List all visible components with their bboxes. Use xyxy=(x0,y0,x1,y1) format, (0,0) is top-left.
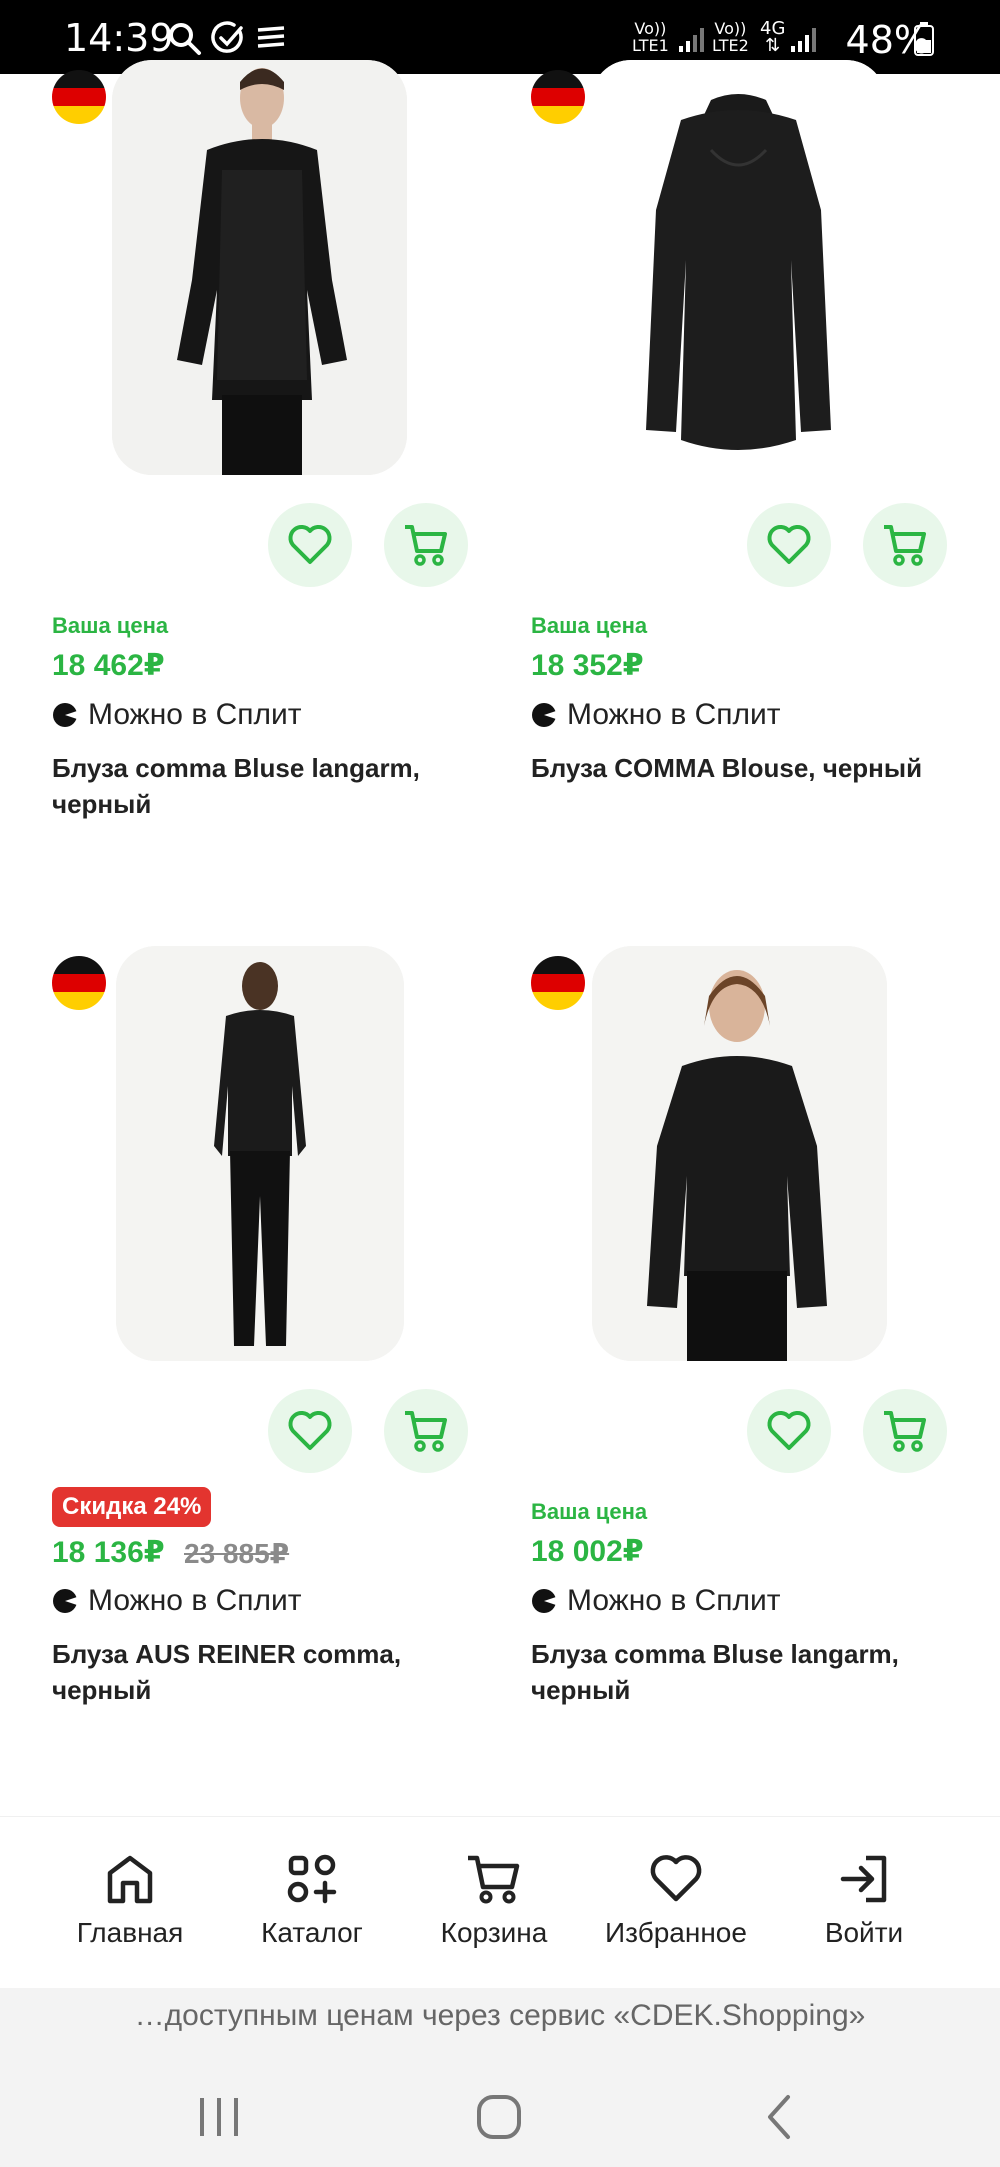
split-icon xyxy=(53,1589,78,1613)
heart-icon xyxy=(767,1411,811,1450)
product-price: 18 136₽ xyxy=(52,1536,165,1569)
old-price: 23 885₽ xyxy=(184,1538,290,1569)
product-image[interactable] xyxy=(591,60,886,475)
split-payment: Можно в Сплит xyxy=(52,1584,302,1618)
product-image[interactable] xyxy=(592,946,887,1361)
sim1-indicator: Vo)) LTE1 xyxy=(632,20,669,54)
product-photo-satin-blouse xyxy=(591,60,886,475)
split-label: Можно в Сплит xyxy=(88,698,302,731)
nav-label: Войти xyxy=(824,1917,904,1948)
nav-favorites[interactable]: Избранное xyxy=(586,1853,766,1949)
product-card[interactable]: Ваша цена 18 002₽ Можно в Сплит Блуза co… xyxy=(531,946,971,1766)
split-icon xyxy=(532,1589,557,1613)
product-image[interactable] xyxy=(116,946,404,1361)
system-navigation xyxy=(0,2050,1000,2167)
germany-flag-icon xyxy=(52,70,106,124)
heart-icon xyxy=(288,525,332,564)
germany-flag-icon xyxy=(531,956,585,1010)
germany-flag-icon xyxy=(52,956,106,1010)
stack-icon xyxy=(257,26,285,48)
germany-flag-icon xyxy=(531,70,585,124)
nav-home[interactable]: Главная xyxy=(40,1853,220,1949)
split-payment: Можно в Сплит xyxy=(531,698,781,732)
heart-icon xyxy=(767,525,811,564)
nav-cart[interactable]: Корзина xyxy=(404,1853,584,1949)
add-to-cart-button[interactable] xyxy=(863,1389,947,1473)
nav-label: Избранное xyxy=(605,1917,747,1948)
home-icon xyxy=(107,1855,153,1904)
product-photo-back-view-blouse xyxy=(116,946,404,1361)
nav-login[interactable]: Войти xyxy=(774,1853,954,1949)
check-circle-icon xyxy=(211,21,243,53)
cart-icon xyxy=(405,1411,447,1452)
product-price: 18 002₽ xyxy=(531,1535,644,1568)
add-to-cart-button[interactable] xyxy=(384,1389,468,1473)
signal-icon xyxy=(791,28,816,52)
battery-icon xyxy=(914,22,934,56)
price-label: Ваша цена xyxy=(531,613,648,638)
product-image[interactable] xyxy=(112,60,407,475)
nav-catalog[interactable]: Каталог xyxy=(222,1853,402,1949)
product-price: 18 352₽ xyxy=(531,649,644,682)
signal-icon xyxy=(679,28,704,52)
sim1-lte-label: LTE1 xyxy=(632,36,669,55)
data-arrows-icon: ⇅ xyxy=(765,35,781,56)
favorite-button[interactable] xyxy=(747,1389,831,1473)
heart-icon xyxy=(288,1411,332,1450)
sim2-indicator: Vo)) LTE2 xyxy=(712,20,749,54)
network-type: 4G ⇅ xyxy=(760,20,785,56)
product-card[interactable]: Скидка 24% 18 136₽ 23 885₽ Можно в Сплит… xyxy=(52,946,492,1766)
split-label: Можно в Сплит xyxy=(567,1584,781,1617)
sim1-volte-label: Vo)) xyxy=(634,19,667,38)
sim2-volte-label: Vo)) xyxy=(714,19,747,38)
nav-label: Корзина xyxy=(440,1917,548,1948)
add-to-cart-button[interactable] xyxy=(384,503,468,587)
service-banner[interactable]: …доступным ценам через сервис «CDEK.Shop… xyxy=(0,1988,1000,2050)
cart-icon xyxy=(884,1411,926,1452)
product-card[interactable]: Ваша цена 18 352₽ Можно в Сплит Блуза CO… xyxy=(531,60,971,880)
nav-label: Каталог xyxy=(261,1917,363,1948)
recent-apps-icon[interactable] xyxy=(196,2096,242,2138)
product-photo-model-blouse xyxy=(592,946,887,1361)
home-button-icon[interactable] xyxy=(476,2094,522,2140)
split-label: Можно в Сплит xyxy=(567,698,781,731)
back-icon[interactable] xyxy=(764,2094,794,2140)
product-title[interactable]: Блуза comma Bluse langarm, черный xyxy=(52,750,492,822)
favorite-button[interactable] xyxy=(268,1389,352,1473)
heart-icon xyxy=(650,1855,702,1902)
search-icon xyxy=(169,23,201,55)
split-payment: Можно в Сплит xyxy=(531,1584,781,1618)
cart-icon xyxy=(468,1855,520,1904)
product-card[interactable]: Ваша цена 18 462₽ Можно в Сплит Блуза co… xyxy=(52,60,492,880)
bottom-navigation: Главная Каталог Корзина Избранное Войти xyxy=(0,1816,1000,1988)
status-time: 14:39 xyxy=(64,16,174,60)
split-payment: Можно в Сплит xyxy=(52,698,302,732)
price-label: Ваша цена xyxy=(531,1499,648,1524)
add-to-cart-button[interactable] xyxy=(863,503,947,587)
split-icon xyxy=(53,703,78,727)
login-icon xyxy=(840,1855,887,1903)
product-title[interactable]: Блуза AUS REINER comma, черный xyxy=(52,1636,492,1708)
favorite-button[interactable] xyxy=(747,503,831,587)
price-label: Ваша цена xyxy=(52,613,169,638)
split-icon xyxy=(532,703,557,727)
catalog-icon xyxy=(287,1854,337,1904)
favorite-button[interactable] xyxy=(268,503,352,587)
product-title[interactable]: Блуза COMMA Blouse, черный xyxy=(531,750,971,786)
cart-icon xyxy=(405,525,447,566)
discount-badge: Скидка 24% xyxy=(52,1487,212,1527)
product-photo-lace-blouse xyxy=(112,60,407,475)
product-title[interactable]: Блуза comma Bluse langarm, черный xyxy=(531,1636,971,1708)
product-price: 18 462₽ xyxy=(52,649,165,682)
sim2-lte-label: LTE2 xyxy=(712,36,749,55)
cart-icon xyxy=(884,525,926,566)
split-label: Можно в Сплит xyxy=(88,1584,302,1617)
nav-label: Главная xyxy=(76,1917,184,1948)
